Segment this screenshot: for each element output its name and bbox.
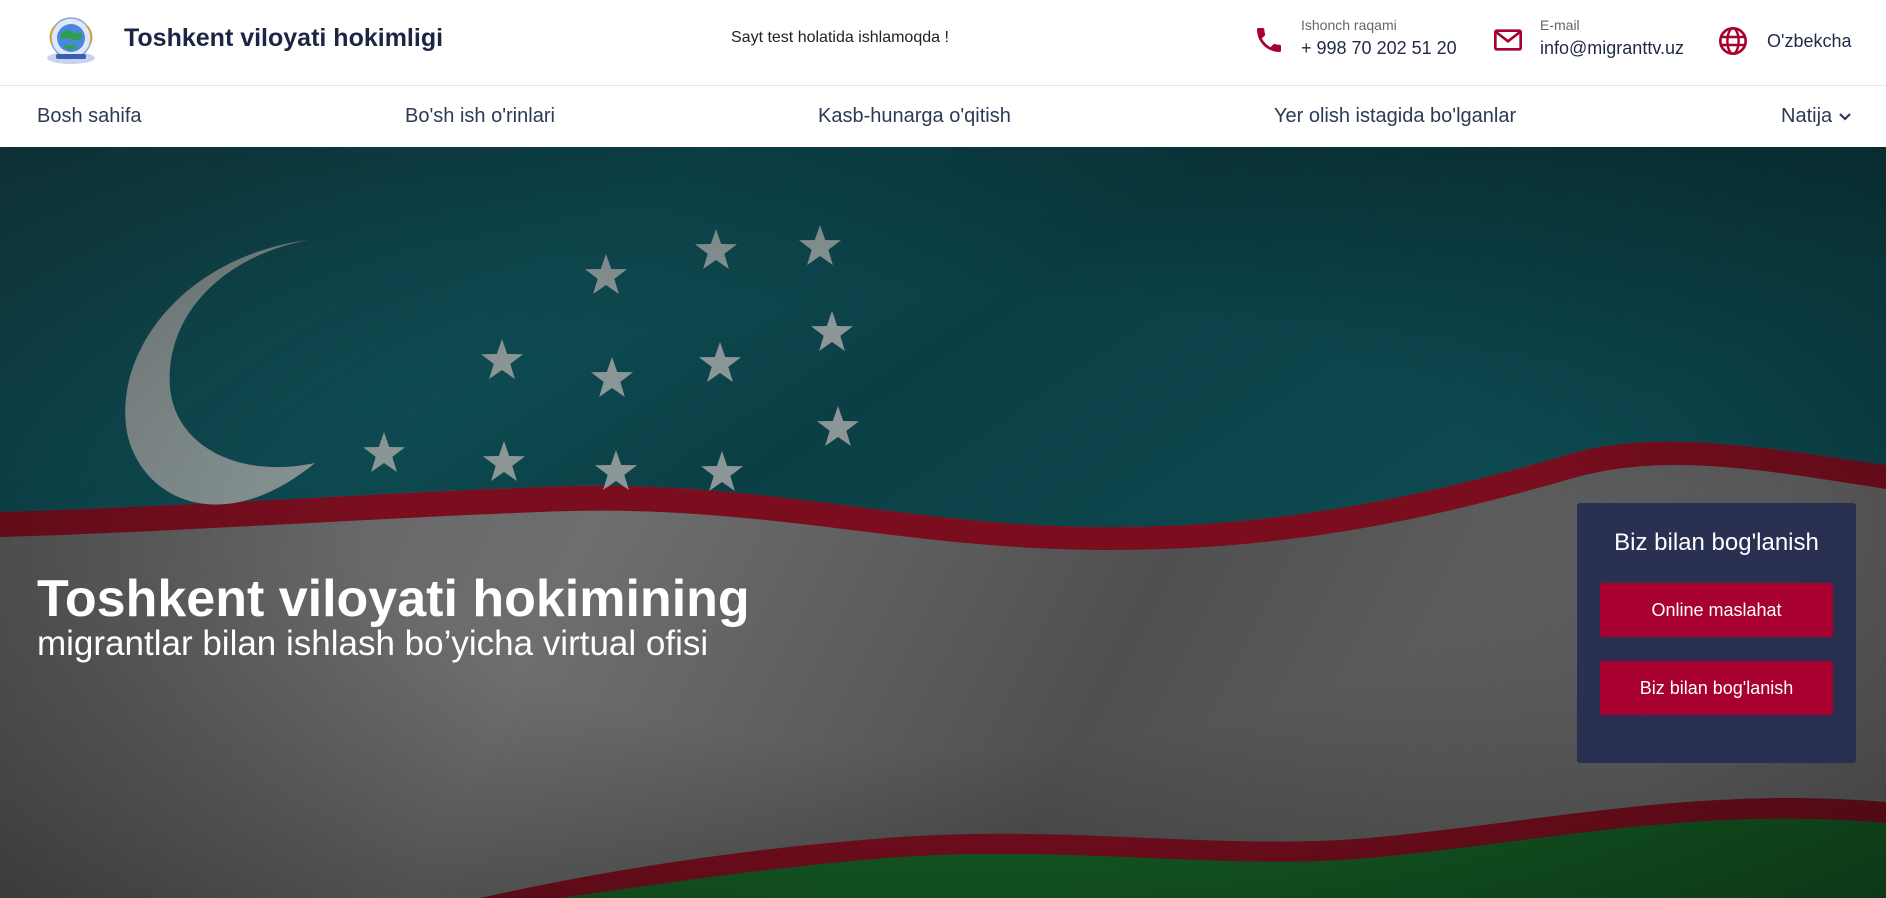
language-label: O'zbekcha	[1767, 31, 1852, 51]
nav-item-results-label: Natija	[1781, 105, 1833, 127]
nav-item-vacancies[interactable]: Bo'sh ish o'rinlari	[405, 105, 555, 128]
phone-icon	[1257, 28, 1281, 52]
main-nav: Bosh sahifa Bo'sh ish o'rinlari Kasb-hun…	[0, 87, 1886, 147]
globe-icon	[1719, 27, 1747, 55]
top-header: Toshkent viloyati hokimligi Sayt test ho…	[0, 0, 1886, 86]
chevron-down-icon	[1839, 112, 1851, 121]
nav-item-results[interactable]: Natija	[1781, 105, 1852, 128]
hotline-contact[interactable]: Ishonch raqami + 998 70 202 51 20	[1253, 14, 1473, 64]
nav-item-vocational-training[interactable]: Kasb-hunarga o'qitish	[818, 105, 1011, 128]
nav-item-land-applicants[interactable]: Yer olish istagida bo'lganlar	[1274, 105, 1516, 128]
email-contact[interactable]: E-mail info@migranttv.uz	[1492, 14, 1692, 64]
contact-us-button[interactable]: Biz bilan bog'lanish	[1600, 661, 1833, 715]
hero-title: Toshkent viloyati hokimining	[37, 570, 750, 628]
email-address[interactable]: info@migranttv.uz	[1540, 38, 1684, 59]
site-logo[interactable]	[44, 14, 98, 66]
test-notice: Sayt test holatida ishlamoqda !	[731, 29, 949, 46]
contact-panel: Biz bilan bog'lanish Online maslahat Biz…	[1577, 503, 1856, 763]
online-consultation-button[interactable]: Online maslahat	[1600, 583, 1833, 637]
hero-subtitle: migrantlar bilan ishlash bo’yicha virtua…	[37, 624, 709, 663]
email-label: E-mail	[1540, 17, 1580, 33]
hotline-number[interactable]: + 998 70 202 51 20	[1301, 38, 1457, 59]
hotline-label: Ishonch raqami	[1301, 17, 1397, 33]
nav-item-home[interactable]: Bosh sahifa	[37, 105, 142, 128]
contact-panel-title: Biz bilan bog'lanish	[1614, 529, 1819, 556]
language-selector[interactable]: O'zbekcha	[1717, 24, 1877, 58]
site-title[interactable]: Toshkent viloyati hokimligi	[124, 24, 443, 53]
globe-logo-icon	[47, 17, 95, 64]
mail-icon	[1494, 29, 1522, 51]
